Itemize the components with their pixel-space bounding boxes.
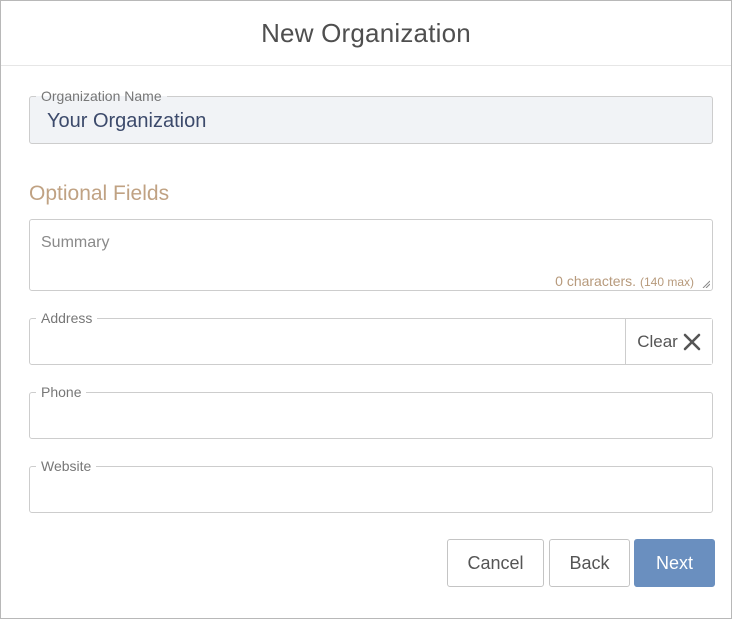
- cancel-button[interactable]: Cancel: [447, 539, 544, 587]
- address-field[interactable]: Address Clear: [29, 310, 713, 365]
- website-label: Website: [36, 458, 97, 474]
- website-field[interactable]: Website: [29, 458, 713, 513]
- close-icon: [683, 333, 701, 350]
- address-label: Address: [36, 310, 98, 326]
- organization-name-label: Organization Name: [36, 88, 167, 104]
- next-button[interactable]: Next: [634, 539, 715, 587]
- character-count-text: 0 characters.: [555, 273, 637, 289]
- clear-label: Clear: [637, 331, 678, 351]
- phone-field[interactable]: Phone: [29, 384, 713, 439]
- optional-fields-heading: Optional Fields: [29, 182, 170, 205]
- organization-name-value[interactable]: Your Organization: [47, 110, 206, 133]
- back-button[interactable]: Back: [549, 539, 630, 587]
- clear-address-button[interactable]: Clear: [625, 319, 712, 364]
- dialog-title: New Organization: [261, 17, 471, 48]
- character-max-text: (140 max): [639, 275, 694, 289]
- summary-textarea[interactable]: Summary 0 characters. (140 max): [29, 219, 713, 291]
- character-counter: 0 characters. (140 max): [551, 273, 694, 289]
- new-organization-dialog: New Organization Organization Name Your …: [0, 0, 732, 619]
- dialog-header: New Organization: [1, 1, 731, 66]
- summary-placeholder: Summary: [41, 234, 110, 251]
- organization-name-field[interactable]: Organization Name Your Organization: [29, 88, 713, 144]
- resize-grip-icon[interactable]: [702, 280, 710, 288]
- phone-label: Phone: [36, 384, 87, 400]
